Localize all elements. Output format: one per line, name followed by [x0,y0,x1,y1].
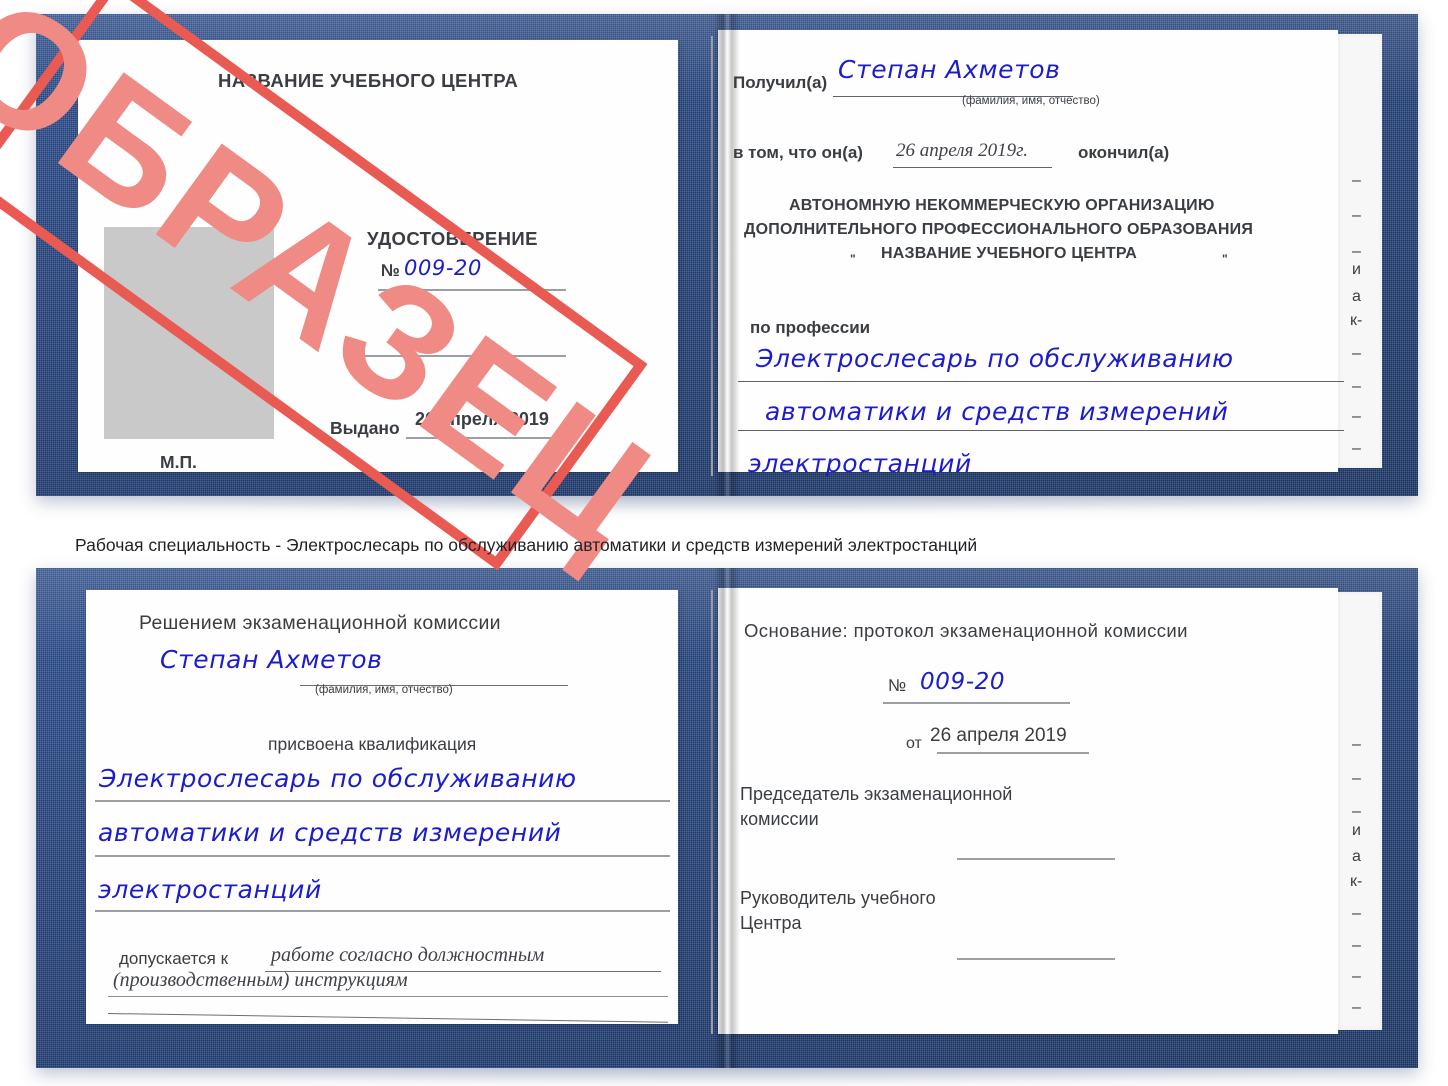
profession-label: по профессии [750,318,871,337]
edge-mark-b6: – [1352,905,1361,922]
chairman-signature-rule [957,858,1115,860]
document-title: УДОСТОВЕРЕНИЕ [367,228,538,249]
edge-mark-t7: – [1352,378,1361,395]
edge-mark-t2: – [1352,243,1361,260]
qualification-rule-2 [95,855,670,857]
allowed-value-line-2: (производственным) инструкциям [113,969,408,991]
profession-line-1: Электрослесарь по обслуживанию [756,344,1234,373]
org-line-1: АВТОНОМНУЮ НЕКОММЕРЧЕСКУЮ ОРГАНИЗАЦИЮ [789,197,1215,214]
protocol-number-value: 009-20 [920,669,1006,695]
that-label: в том, что он(а) [733,143,863,162]
edge-mark-t8: – [1352,408,1361,425]
allowed-rule-2 [108,996,668,997]
finished-label: окончил(а) [1078,143,1170,162]
commission-decision-heading: Решением экзаменационной комиссии [139,612,501,634]
qualification-line-1: Электрослесарь по обслуживанию [99,764,577,793]
edge-mark-b1: – [1352,770,1361,787]
protocol-date-value: 26 апреля 2019 [930,725,1067,746]
profession-rule-1 [738,381,1344,382]
org-quote-close: " [1222,252,1228,266]
training-center-heading: НАЗВАНИЕ УЧЕБНОГО ЦЕНТРА [218,70,519,91]
fio-hint-bottom: (фамилия, имя, отчество) [315,684,453,696]
profession-line-3: электростанций [748,449,972,478]
protocol-date-label: от [906,735,922,752]
qualification-rule-1 [95,800,670,802]
edge-mark-t6: – [1352,345,1361,362]
edge-mark-t4: а [1352,288,1361,305]
edge-mark-b8: – [1352,968,1361,985]
edge-mark-t9: – [1352,440,1361,457]
protocol-number-rule [883,702,1070,704]
protocol-number-symbol: № [888,676,907,695]
seal-label: М.П. [160,452,197,472]
protocol-date-rule [937,752,1089,754]
edge-mark-b0: – [1352,736,1361,753]
received-label: Получил(а) [733,73,828,92]
number-symbol-top-left: № [381,261,400,280]
org-quote-open: " [850,252,856,266]
edge-mark-b3: и [1352,822,1361,839]
qualification-line-2: автоматики и средств измерений [98,818,562,847]
profession-line-2: автоматики и средств измерений [765,397,1229,426]
edge-mark-b4: а [1352,848,1361,865]
page-caption: Рабочая специальность - Электрослесарь п… [75,535,978,555]
that-rule [893,167,1052,168]
qualification-rule-3 [95,910,670,912]
allowed-label: допускается к [119,949,229,968]
issued-rule [406,437,574,439]
photo-placeholder [104,227,274,439]
edge-mark-b5: к- [1350,873,1363,890]
issued-date-value: 26 апреля 2019 [415,409,549,429]
received-name-value: Степан Ахметов [838,55,1061,84]
edge-mark-b2: – [1352,803,1361,820]
qualification-line-3: электростанций [98,875,322,904]
head-line-1: Руководитель учебного [740,888,936,908]
edge-mark-t3: и [1352,261,1361,278]
edge-mark-b9: – [1352,999,1361,1016]
allowed-value-line-1: работе согласно должностным [271,944,545,966]
profession-rule-2 [738,430,1344,431]
basis-label: Основание: протокол экзаменационной коми… [744,620,1188,641]
edge-mark-b7: – [1352,937,1361,954]
edge-mark-t0: – [1352,172,1361,189]
number-rule-top-left [378,289,566,291]
head-line-2: Центра [740,913,802,933]
commission-name-value: Степан Ахметов [160,645,383,674]
fio-hint-top: (фамилия, имя, отчество) [962,95,1100,107]
chairman-line-2: комиссии [740,809,819,829]
issued-label: Выдано [330,418,400,438]
chairman-line-1: Председатель экзаменационной [740,784,1013,804]
qualification-label: присвоена квалификация [268,734,477,754]
blank-rule-top-left [343,355,566,357]
certificate-number-value: 009-20 [404,256,482,280]
top-gutter [711,36,713,476]
org-line-2: ДОПОЛНИТЕЛЬНОГО ПРОФЕССИОНАЛЬНОГО ОБРАЗО… [744,221,1254,238]
bottom-gutter [711,590,713,1034]
that-date-value: 26 апреля 2019г. [896,140,1028,161]
edge-mark-t1: – [1352,207,1361,224]
head-signature-rule [957,958,1115,960]
org-line-3: НАЗВАНИЕ УЧЕБНОГО ЦЕНТРА [881,245,1138,262]
edge-mark-t5: к- [1350,312,1363,329]
